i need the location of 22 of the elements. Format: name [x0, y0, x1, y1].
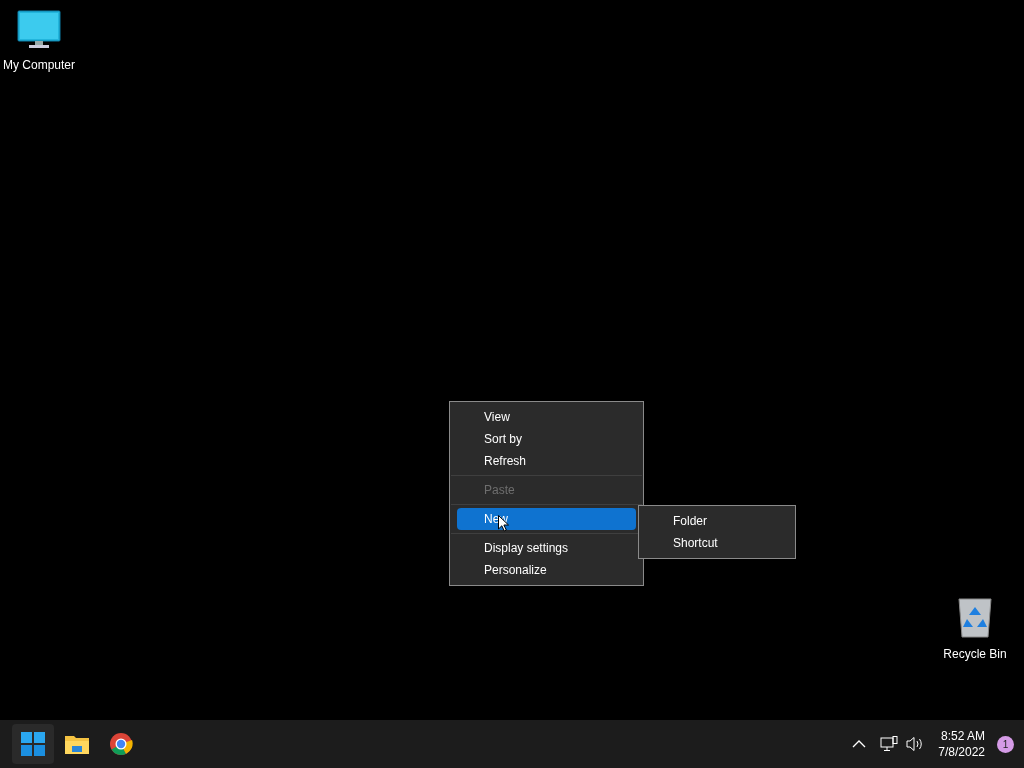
menu-item[interactable]: Folder — [639, 510, 795, 532]
taskbar-button[interactable] — [12, 724, 54, 764]
folder-icon — [64, 733, 90, 755]
browser-icon — [109, 732, 133, 756]
notification-badge[interactable]: 1 — [997, 735, 1014, 753]
chevron-up-icon[interactable] — [852, 740, 867, 748]
monitor-icon[interactable] — [17, 10, 61, 50]
menu-item[interactable]: Shortcut — [639, 532, 795, 554]
menu-item[interactable]: Refresh — [457, 450, 636, 472]
menu-item[interactable]: View — [457, 406, 636, 428]
icon-label[interactable]: My Computer — [3, 56, 75, 74]
menu-item[interactable]: Personalize — [457, 559, 636, 581]
clock[interactable]: 8:52 AM 7/8/2022 — [938, 728, 985, 760]
menu-item[interactable]: Display settings — [457, 537, 636, 559]
icon-label[interactable]: Recycle Bin — [943, 645, 1007, 663]
windows-logo-icon — [21, 732, 45, 756]
volume-icon[interactable] — [906, 736, 925, 752]
clock-date: 7/8/2022 — [938, 744, 985, 760]
network-icon[interactable] — [880, 736, 899, 752]
clock-time: 8:52 AM — [940, 728, 985, 744]
menu-item[interactable]: Sort by — [457, 428, 636, 450]
recycle-bin-icon[interactable] — [957, 597, 993, 639]
